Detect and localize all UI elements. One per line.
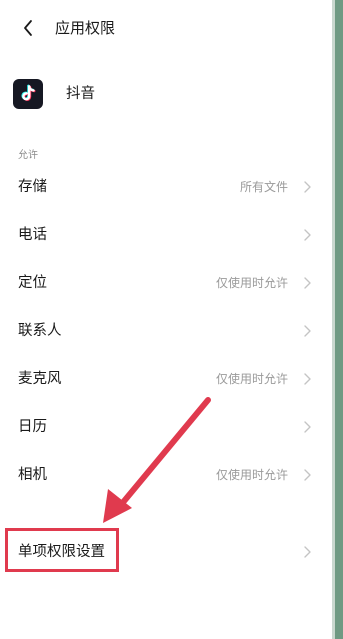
permission-status: 仅使用时允许 xyxy=(215,468,288,482)
permission-name: 日历 xyxy=(18,419,47,435)
back-button[interactable] xyxy=(14,14,42,42)
permission-row-location[interactable]: 定位 仅使用时允许 xyxy=(0,259,332,307)
permission-row-camera[interactable]: 相机 仅使用时允许 xyxy=(0,451,332,499)
permission-row-calendar[interactable]: 日历 xyxy=(0,403,332,451)
chevron-right-icon xyxy=(304,325,311,337)
annotation-highlight-box xyxy=(5,528,119,572)
background-edge xyxy=(332,0,343,639)
chevron-right-icon xyxy=(304,469,311,481)
permission-status: 仅使用时允许 xyxy=(215,372,288,386)
chevron-right-icon xyxy=(304,546,311,558)
app-info-row: 抖音 xyxy=(0,70,332,118)
permission-row-phone[interactable]: 电话 xyxy=(0,211,332,259)
page-title: 应用权限 xyxy=(55,19,116,37)
chevron-right-icon xyxy=(304,373,311,385)
permission-row-contacts[interactable]: 联系人 xyxy=(0,307,332,355)
permission-row-storage[interactable]: 存储 所有文件 xyxy=(0,163,332,211)
chevron-right-icon xyxy=(304,277,311,289)
permission-name: 存储 xyxy=(18,179,47,195)
permission-status: 所有文件 xyxy=(239,180,288,194)
chevron-left-icon xyxy=(24,20,32,36)
permission-name: 相机 xyxy=(18,467,47,483)
tiktok-logo-icon xyxy=(13,79,43,109)
permission-name: 电话 xyxy=(18,227,47,243)
permission-name: 联系人 xyxy=(18,323,62,339)
chevron-right-icon xyxy=(304,229,311,241)
app-permissions-screen: 应用权限 抖音 允许 存储 所有文件 电话 定位 仅使用时允许 联系人 麦克风 … xyxy=(0,0,332,639)
app-name: 抖音 xyxy=(66,86,95,102)
permission-name: 定位 xyxy=(18,275,47,291)
permission-name: 麦克风 xyxy=(18,371,62,387)
section-label-allowed: 允许 xyxy=(18,150,38,161)
chevron-right-icon xyxy=(304,421,311,433)
permission-status: 仅使用时允许 xyxy=(215,276,288,290)
permission-row-microphone[interactable]: 麦克风 仅使用时允许 xyxy=(0,355,332,403)
chevron-right-icon xyxy=(304,181,311,193)
header: 应用权限 xyxy=(0,0,332,56)
